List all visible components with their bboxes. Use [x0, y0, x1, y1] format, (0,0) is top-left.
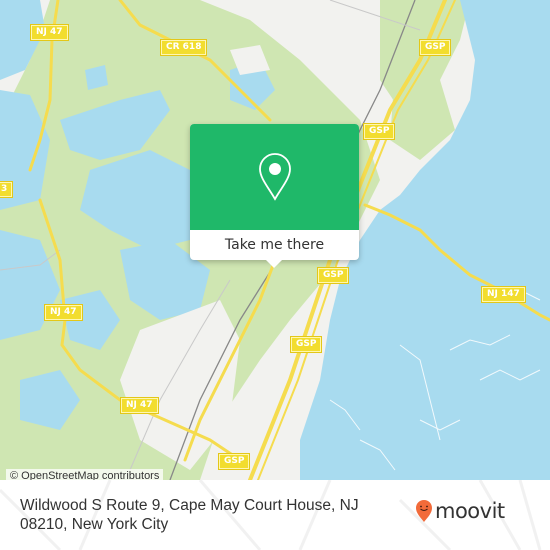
moovit-logo[interactable]: moovit [415, 499, 505, 523]
road-shield-gsp: GSP [318, 268, 349, 283]
road-shield-cr618: CR 618 [161, 40, 207, 55]
road-shield-gsp: GSP [219, 454, 250, 469]
road-shield-nj47: NJ 47 [121, 398, 158, 413]
map-attribution[interactable]: © OpenStreetMap contributors [6, 469, 164, 480]
moovit-wordmark: moovit [435, 499, 505, 523]
road-shield-gsp: GSP [420, 40, 451, 55]
moovit-smiley-pin-icon [416, 500, 432, 522]
map-pin-icon [258, 153, 291, 201]
map[interactable]: NJ 47 CR 618 GSP GSP GSP GSP GSP NJ 47 N… [0, 0, 550, 480]
popup-header [190, 124, 359, 230]
road-shield-gsp: GSP [364, 124, 395, 139]
address-text: Wildwood S Route 9, Cape May Court House… [20, 497, 359, 533]
road-shield-nj47: NJ 47 [45, 305, 82, 320]
road-shield-edge: 3 [0, 182, 13, 197]
footer: Wildwood S Route 9, Cape May Court House… [0, 480, 550, 550]
popup-pointer [266, 260, 282, 268]
road-shield-nj147: NJ 147 [482, 287, 525, 302]
take-me-there-button[interactable]: Take me there [190, 230, 359, 260]
road-shield-gsp: GSP [291, 337, 322, 352]
road-shield-nj47: NJ 47 [31, 25, 68, 40]
location-popup: Take me there [190, 124, 359, 268]
